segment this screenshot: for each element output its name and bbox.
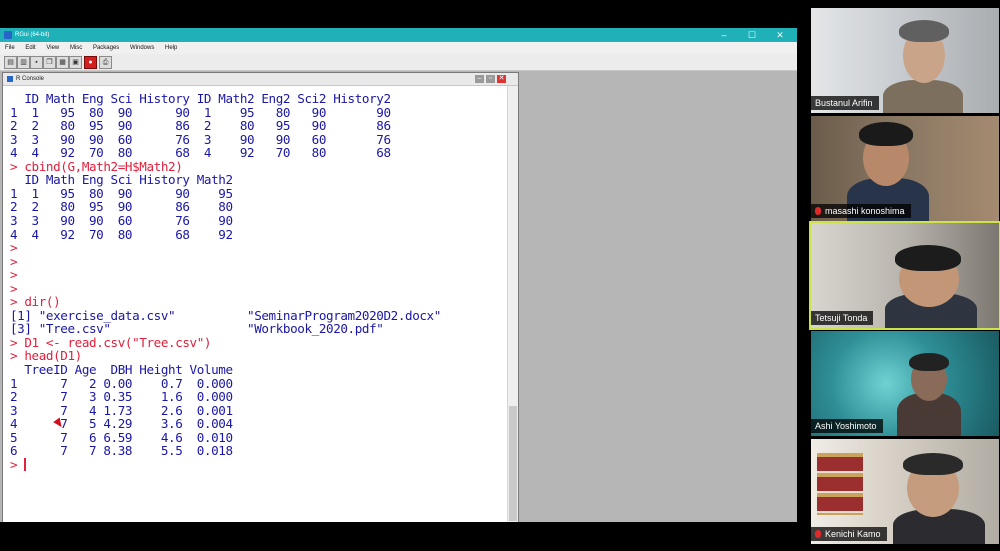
participant-name: Kenichi Kamo [825,529,881,539]
participant-tile[interactable]: Ashi Yoshimoto [811,331,999,436]
menu-bar: File Edit View Misc Packages Windows Hel… [0,42,797,54]
copy-icon[interactable]: ❐ [43,56,56,69]
muted-mic-icon [815,530,821,538]
save-workspace-icon[interactable]: ▪ [30,56,43,69]
mdi-workspace: R Console – ▫ ✕ ID Math Eng Sci History … [0,71,797,522]
console-maximize-button[interactable]: ▫ [486,75,495,83]
menu-packages[interactable]: Packages [93,45,119,51]
copy-paste-icon[interactable]: ▣ [69,56,82,69]
console-output-line: 6 7 7 8.38 5.5 0.018 [10,443,233,459]
console-output-line: 1 7 2 0.00 0.7 0.000 [10,375,233,391]
console-output-line: TreeID Age DBH Height Volume [10,362,233,377]
console-output-line: 1 1 95 80 90 90 1 95 80 90 90 [10,104,391,120]
person-hair [859,122,913,146]
menu-help[interactable]: Help [165,45,177,51]
toolbar: ▤ ▥ ▪ ❐ ▦ ▣ ● ⎙ [0,54,797,71]
console-titlebar: R Console – ▫ ✕ [3,73,518,86]
console-command-line: > D1 <- read.csv("Tree.csv") [10,334,212,350]
bookshelf [817,453,863,515]
console-output[interactable]: ID Math Eng Sci History ID Math2 Eng2 Sc… [3,86,508,522]
person-hair [909,353,949,371]
console-output-line: 5 7 6 6.59 4.6 0.010 [10,429,233,445]
console-output-line: [3] "Tree.csv" "Workbook_2020.pdf" [10,321,384,337]
r-app-icon [4,31,12,39]
participants-panel: Bustanul Arifin masashi konoshima Tetsuj… [806,0,1000,551]
stop-icon[interactable]: ● [84,56,97,69]
console-output-line: 2 2 80 95 90 86 2 80 95 90 86 [10,118,391,134]
console-minimize-button[interactable]: – [475,75,484,83]
console-command-line: > [10,267,18,283]
participant-tile[interactable]: masashi konoshima [811,116,999,221]
console-output-line: 4 7 5 4.29 3.6 0.004 [10,416,233,432]
person-hair [903,453,963,475]
console-output-line: [1] "exercise_data.csv" "SeminarProgram2… [10,307,441,323]
console-command-line: > dir() [10,294,61,310]
participant-tile[interactable]: Kenichi Kamo [811,439,999,544]
print-icon[interactable]: ⎙ [99,56,112,69]
rgui-titlebar: RGui (64-bit) – ☐ ✕ [0,28,797,42]
participant-tile-active-speaker[interactable]: Tetsuji Tonda [809,221,1000,330]
person-hair [895,245,961,271]
console-output-line: 3 7 4 1.73 2.6 0.001 [10,402,233,418]
console-command-line: > [10,240,18,256]
participant-tile[interactable]: Bustanul Arifin [811,8,999,113]
minimize-button[interactable]: – [714,28,734,42]
participant-name-bar: Kenichi Kamo [811,527,887,541]
participant-name: masashi konoshima [825,206,905,216]
participant-name: Bustanul Arifin [811,96,879,110]
console-output-line: 1 1 95 80 90 90 95 [10,185,233,201]
console-output-line: 3 3 90 90 60 76 90 [10,212,233,228]
console-output-line: ID Math Eng Sci History ID Math2 Eng2 Sc… [10,91,391,106]
console-output-line: 2 7 3 0.35 1.6 0.000 [10,389,233,405]
rgui-title: RGui (64-bit) [15,32,50,38]
console-output-line: 3 3 90 90 60 76 3 90 90 60 76 [10,131,391,147]
menu-file[interactable]: File [5,45,15,51]
load-workspace-icon[interactable]: ▥ [17,56,30,69]
console-command-line: > [10,280,18,296]
console-title: R Console [16,76,45,82]
person-body [883,80,963,113]
participant-name: Ashi Yoshimoto [811,419,883,433]
close-button[interactable]: ✕ [770,28,790,42]
console-output-line: 2 2 80 95 90 86 80 [10,199,233,215]
menu-windows[interactable]: Windows [130,45,154,51]
shared-screen: RGui (64-bit) – ☐ ✕ File Edit View Misc … [0,28,797,522]
participant-name-bar: masashi konoshima [811,204,911,218]
person-hair [899,20,949,42]
console-command-line: > cbind(G,Math2=H$Math2) [10,158,183,174]
console-output-line: ID Math Eng Sci History Math2 [10,172,233,188]
scrollbar-thumb[interactable] [509,406,517,521]
console-command-line: > [10,456,18,472]
console-command-line: > [10,253,18,269]
console-output-line: 4 4 92 70 80 68 4 92 70 80 68 [10,145,391,161]
console-close-button[interactable]: ✕ [497,75,506,83]
menu-misc[interactable]: Misc [70,45,82,51]
text-caret [24,457,26,471]
maximize-button[interactable]: ☐ [742,28,762,42]
open-script-icon[interactable]: ▤ [4,56,17,69]
console-icon [7,76,13,82]
menu-edit[interactable]: Edit [25,45,35,51]
participant-name: Tetsuji Tonda [811,311,874,325]
paste-icon[interactable]: ▦ [56,56,69,69]
r-console-window[interactable]: R Console – ▫ ✕ ID Math Eng Sci History … [2,72,519,522]
menu-view[interactable]: View [46,45,59,51]
muted-mic-icon [815,207,821,215]
console-command-line: > head(D1) [10,348,82,364]
console-vertical-scrollbar[interactable] [507,86,518,522]
console-output-line: 4 4 92 70 80 68 92 [10,226,233,242]
